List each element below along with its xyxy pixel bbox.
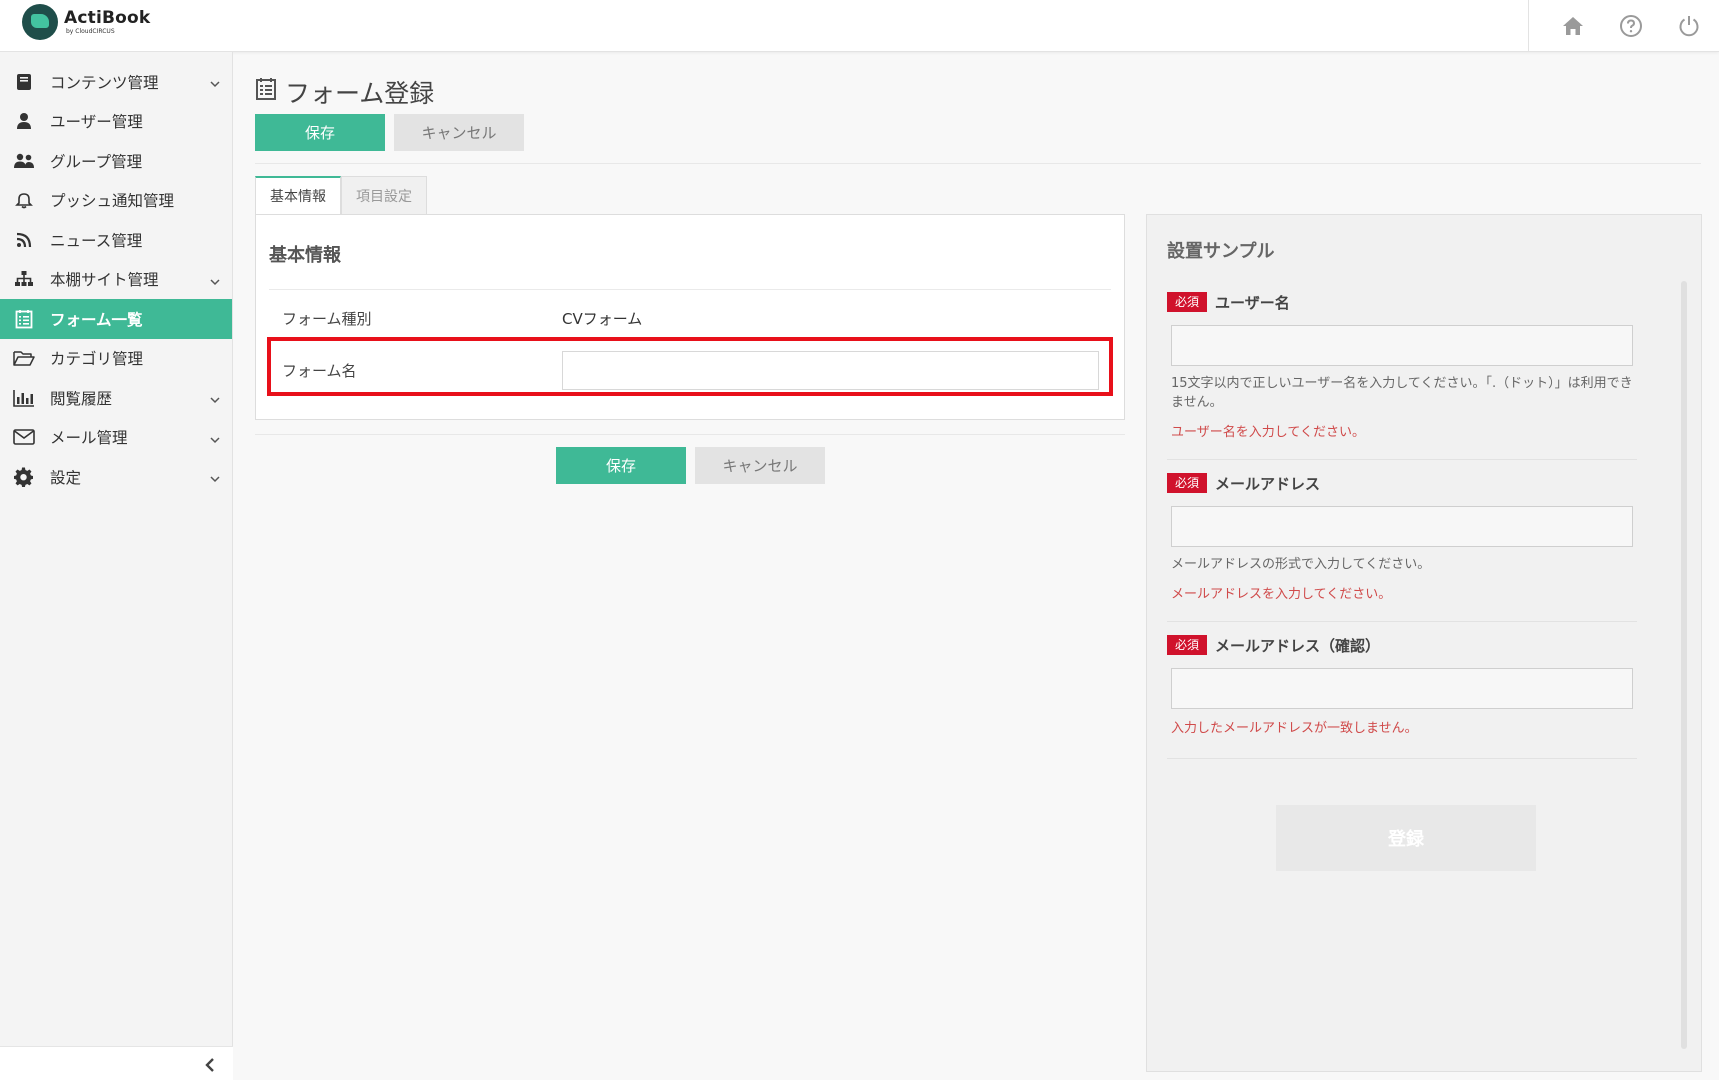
divider xyxy=(1167,758,1637,759)
mail-icon xyxy=(12,425,36,449)
sidebar-item-sitemap[interactable]: 本棚サイト管理 xyxy=(0,260,232,300)
sample-preview-panel: 設置サンプル 必須 ユーザー名 15文字以内で正しいユーザー名を入力してください… xyxy=(1146,214,1702,1072)
sidebar-item-label: カテゴリ管理 xyxy=(50,350,144,369)
top-header: ActiBook by CloudCIRCUS xyxy=(0,0,1719,52)
email-sample-input[interactable] xyxy=(1171,506,1633,547)
main-content: フォーム登録 保存 キャンセル 基本情報 項目設定 基本情報 フォーム種別 CV… xyxy=(233,52,1719,1080)
chevron-down-icon[interactable] xyxy=(210,469,220,487)
form-name-label: フォーム名 xyxy=(282,362,357,380)
logo-name: ActiBook xyxy=(64,7,151,28)
field-label: メールアドレス（確認） xyxy=(1215,636,1381,655)
sidebar-item-mail[interactable]: メール管理 xyxy=(0,418,232,458)
sidebar-item-folder[interactable]: カテゴリ管理 xyxy=(0,339,232,379)
scrollbar[interactable] xyxy=(1681,281,1687,1049)
page-title: フォーム登録 xyxy=(255,74,434,110)
sidebar-item-label: メール管理 xyxy=(50,429,128,448)
app-logo[interactable]: ActiBook by CloudCIRCUS xyxy=(22,4,150,40)
divider xyxy=(255,434,1125,435)
save-button-top[interactable]: 保存 xyxy=(255,114,385,151)
cancel-button-bottom[interactable]: キャンセル xyxy=(695,447,825,484)
help-icon[interactable] xyxy=(1613,8,1649,44)
field-label: メールアドレス xyxy=(1215,474,1321,493)
header-actions xyxy=(1528,0,1719,52)
collapse-sidebar-icon[interactable] xyxy=(205,1057,215,1076)
sidebar-item-label: 本棚サイト管理 xyxy=(50,271,159,290)
sidebar-item-user[interactable]: ユーザー管理 xyxy=(0,102,232,142)
chevron-down-icon[interactable] xyxy=(210,74,220,92)
basic-info-panel: 基本情報 フォーム種別 CVフォーム フォーム名 xyxy=(255,214,1125,420)
sidebar-item-bar-chart[interactable]: 閲覧履歴 xyxy=(0,378,232,418)
field-help: 15文字以内で正しいユーザー名を入力してください。「.（ドット）」は利用できませ… xyxy=(1171,376,1633,410)
logo-mark-icon xyxy=(22,4,58,40)
folder-icon xyxy=(12,346,36,370)
form-icon xyxy=(12,307,36,331)
sidebar-footer xyxy=(0,1046,233,1080)
sidebar: コンテンツ管理 ユーザー管理 グループ管理プッシュ通知管理 ニュース管理 本棚サイト管理… xyxy=(0,52,233,1080)
sidebar-item-label: コンテンツ管理 xyxy=(50,73,159,92)
book-icon xyxy=(12,70,36,94)
chevron-down-icon[interactable] xyxy=(210,430,220,448)
form-register-icon xyxy=(255,77,277,107)
sidebar-item-label: フォーム一覧 xyxy=(50,310,143,329)
form-name-input[interactable] xyxy=(562,351,1099,390)
sidebar-item-label: プッシュ通知管理 xyxy=(50,192,175,211)
sitemap-icon xyxy=(12,267,36,291)
gear-icon xyxy=(12,465,36,489)
sidebar-item-label: 閲覧履歴 xyxy=(50,389,113,408)
field-help: メールアドレスの形式で入力してください。 xyxy=(1171,557,1431,572)
save-button-bottom[interactable]: 保存 xyxy=(556,447,686,484)
chevron-down-icon[interactable] xyxy=(210,272,220,290)
basic-info-heading: 基本情報 xyxy=(269,245,341,266)
home-icon[interactable] xyxy=(1555,8,1591,44)
sidebar-item-rss[interactable]: ニュース管理 xyxy=(0,220,232,260)
required-badge: 必須 xyxy=(1167,292,1208,312)
form-type-label: フォーム種別 xyxy=(282,310,372,328)
bell-icon xyxy=(12,188,36,212)
required-badge: 必須 xyxy=(1167,473,1208,493)
divider xyxy=(1167,459,1637,460)
email-confirm-sample-input[interactable] xyxy=(1171,668,1633,709)
power-icon[interactable] xyxy=(1671,8,1707,44)
chevron-down-icon[interactable] xyxy=(210,390,220,408)
required-badge: 必須 xyxy=(1167,635,1208,655)
sidebar-item-gear[interactable]: 設定 xyxy=(0,457,232,497)
form-type-value: CVフォーム xyxy=(562,310,643,328)
sample-field-email-confirm: 必須 メールアドレス（確認） 入力したメールアドレスが一致しません。 xyxy=(1167,632,1639,736)
field-error: ユーザー名を入力してください。 xyxy=(1171,424,1365,440)
sidebar-item-book[interactable]: コンテンツ管理 xyxy=(0,62,232,102)
divider xyxy=(255,163,1701,164)
sidebar-item-label: ニュース管理 xyxy=(50,231,143,250)
sidebar-item-form[interactable]: フォーム一覧 xyxy=(0,299,232,339)
sidebar-item-label: グループ管理 xyxy=(50,152,143,171)
sample-field-username: 必須 ユーザー名 15文字以内で正しいユーザー名を入力してください。「.（ドット… xyxy=(1167,289,1639,440)
users-icon xyxy=(12,149,36,173)
rss-icon xyxy=(12,228,36,252)
field-error: 入力したメールアドレスが一致しません。 xyxy=(1171,721,1418,736)
tab-basic-info[interactable]: 基本情報 xyxy=(255,176,341,214)
cancel-button-top[interactable]: キャンセル xyxy=(394,114,524,151)
tab-bar: 基本情報 項目設定 xyxy=(255,176,427,214)
sidebar-item-label: 設定 xyxy=(50,468,82,487)
logo-sub: by CloudCIRCUS xyxy=(66,27,115,35)
user-icon xyxy=(12,109,36,133)
field-label: ユーザー名 xyxy=(1215,293,1290,312)
divider xyxy=(1167,621,1637,622)
register-button[interactable]: 登録 xyxy=(1276,805,1536,871)
field-error: メールアドレスを入力してください。 xyxy=(1171,586,1392,602)
page-title-text: フォーム登録 xyxy=(285,79,435,108)
sidebar-item-bell[interactable]: プッシュ通知管理 xyxy=(0,181,232,221)
divider xyxy=(269,289,1111,290)
tab-field-settings[interactable]: 項目設定 xyxy=(341,176,427,214)
sidebar-nav: コンテンツ管理 ユーザー管理 グループ管理プッシュ通知管理 ニュース管理 本棚サイト管理… xyxy=(0,62,232,497)
sidebar-item-users[interactable]: グループ管理 xyxy=(0,141,232,181)
sample-field-email: 必須 メールアドレス メールアドレスの形式で入力してください。 メールアドレスを… xyxy=(1167,470,1639,602)
sidebar-item-label: ユーザー管理 xyxy=(50,113,143,132)
username-sample-input[interactable] xyxy=(1171,325,1633,366)
sample-title: 設置サンプル xyxy=(1167,241,1275,262)
bar-chart-icon xyxy=(12,386,36,410)
